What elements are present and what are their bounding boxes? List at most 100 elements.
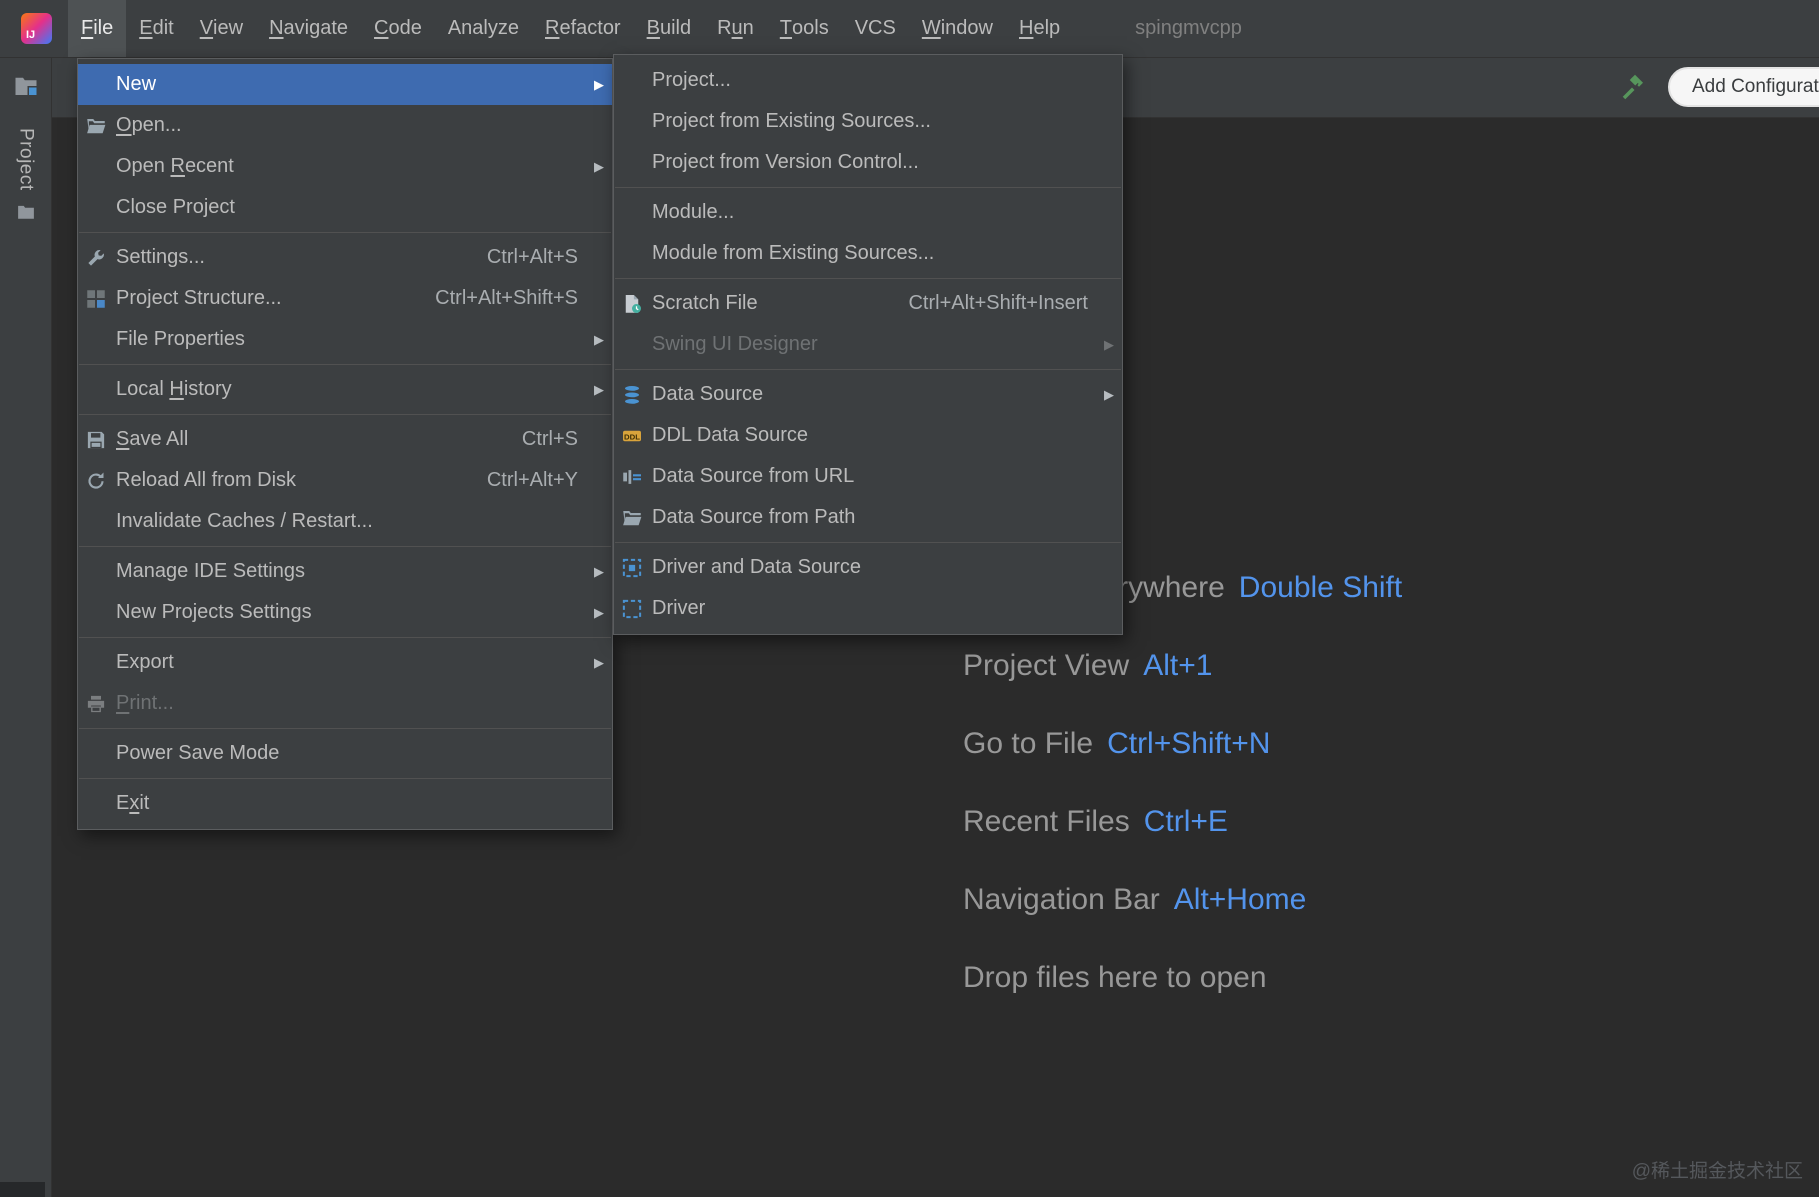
svg-text:DDL: DDL bbox=[624, 432, 640, 441]
menu-item-open-recent[interactable]: Open Recent ▶ bbox=[78, 146, 612, 187]
folder-open-icon bbox=[86, 115, 112, 137]
menu-item-settings[interactable]: Settings... Ctrl+Alt+S bbox=[78, 237, 612, 278]
menu-item-label: Invalidate Caches / Restart... bbox=[116, 510, 373, 532]
menu-help[interactable]: Help bbox=[1006, 0, 1073, 57]
menu-separator bbox=[615, 369, 1121, 370]
menu-item-label: Power Save Mode bbox=[116, 742, 280, 764]
build-hammer-icon[interactable] bbox=[1616, 72, 1646, 102]
menu-item-scratch-file[interactable]: Scratch File Ctrl+Alt+Shift+Insert bbox=[614, 283, 1122, 324]
menu-item-label: DDL Data Source bbox=[652, 424, 808, 446]
intellij-logo-text: IJ bbox=[26, 29, 36, 41]
menu-separator bbox=[615, 187, 1121, 188]
new-submenu-popup: Project... Project from Existing Sources.… bbox=[613, 54, 1123, 635]
menu-item-label: Export bbox=[116, 651, 174, 673]
menu-item-module[interactable]: Module... bbox=[614, 192, 1122, 233]
menu-item-label: Project from Version Control... bbox=[652, 151, 919, 173]
left-tool-stripe: Project bbox=[0, 58, 52, 1197]
menu-item-data-source-from-path[interactable]: Data Source from Path bbox=[614, 497, 1122, 538]
menu-window[interactable]: Window bbox=[909, 0, 1006, 57]
menu-item-shortcut: Ctrl+Alt+Y bbox=[486, 469, 578, 491]
menu-item-reload-all-from-disk[interactable]: Reload All from Disk Ctrl+Alt+Y bbox=[78, 460, 612, 501]
menu-item-project-from-version-control[interactable]: Project from Version Control... bbox=[614, 142, 1122, 183]
menu-analyze[interactable]: Analyze bbox=[435, 0, 532, 57]
watermark: @稀土掘金技术社区 bbox=[1631, 1161, 1803, 1182]
menu-item-label: Open Recent bbox=[116, 155, 234, 177]
folder-open-icon bbox=[622, 507, 648, 529]
shortcut-hints: Search EverywhereDouble ShiftProject Vie… bbox=[963, 566, 1402, 1034]
menu-item-icon-spacer bbox=[622, 334, 648, 356]
menu-file[interactable]: File bbox=[68, 0, 127, 57]
shortcut-hint-label: Drop files here to open bbox=[963, 961, 1267, 994]
menu-build[interactable]: Build bbox=[634, 0, 704, 57]
menu-item-new[interactable]: New ▶ bbox=[78, 64, 612, 105]
menu-code[interactable]: Code bbox=[361, 0, 435, 57]
menu-item-label: Close Project bbox=[116, 196, 235, 218]
printer-icon bbox=[86, 693, 112, 715]
menu-item-project[interactable]: Project... bbox=[614, 60, 1122, 101]
menu-item-local-history[interactable]: Local History ▶ bbox=[78, 369, 612, 410]
project-structure-icon bbox=[86, 288, 112, 310]
menu-item-label: Driver bbox=[652, 597, 706, 619]
menu-item-icon-spacer bbox=[86, 379, 112, 401]
shortcut-hint: Go to File Ctrl+Shift+N bbox=[963, 722, 1402, 766]
menu-item-exit[interactable]: Exit bbox=[78, 783, 612, 824]
menu-item-driver[interactable]: Driver bbox=[614, 588, 1122, 629]
save-icon bbox=[86, 429, 112, 451]
shortcut-hint: Project View Alt+1 bbox=[963, 644, 1402, 688]
driver-datasource-icon bbox=[622, 557, 648, 579]
menu-refactor[interactable]: Refactor bbox=[532, 0, 634, 57]
menu-item-icon-spacer bbox=[622, 243, 648, 265]
add-configuration-button[interactable]: Add Configuration... bbox=[1668, 67, 1819, 107]
shortcut-hint-label: Go to File bbox=[963, 727, 1094, 760]
menu-item-module-from-existing-sources[interactable]: Module from Existing Sources... bbox=[614, 233, 1122, 274]
menu-item-close-project[interactable]: Close Project bbox=[78, 187, 612, 228]
menu-vcs[interactable]: VCS bbox=[842, 0, 909, 57]
menu-item-label: New bbox=[116, 73, 157, 95]
menu-item-invalidate-caches-restart[interactable]: Invalidate Caches / Restart... bbox=[78, 501, 612, 542]
menu-item-manage-ide-settings[interactable]: Manage IDE Settings ▶ bbox=[78, 551, 612, 592]
menu-item-label: Print... bbox=[116, 692, 174, 714]
menu-item-new-projects-settings[interactable]: New Projects Settings ▶ bbox=[78, 592, 612, 633]
menu-item-label: Swing UI Designer bbox=[652, 333, 818, 355]
menu-item-export[interactable]: Export ▶ bbox=[78, 642, 612, 683]
menu-tools[interactable]: Tools bbox=[767, 0, 842, 57]
shortcut-hint-key: Alt+Home bbox=[1173, 883, 1307, 916]
menu-item-shortcut: Ctrl+Alt+Shift+Insert bbox=[908, 292, 1088, 314]
menu-item-label: Driver and Data Source bbox=[652, 556, 861, 578]
menu-item-ddl-data-source[interactable]: DDL DDL Data Source bbox=[614, 415, 1122, 456]
submenu-arrow-icon: ▶ bbox=[594, 331, 604, 347]
project-tool-window-button[interactable]: Project bbox=[15, 128, 37, 191]
shortcut-hint: Recent Files Ctrl+E bbox=[963, 800, 1402, 844]
project-folder-icon[interactable] bbox=[14, 74, 38, 98]
menu-item-label: Exit bbox=[116, 792, 150, 814]
menu-item-label: Data Source bbox=[652, 383, 764, 405]
menu-item-icon-spacer bbox=[622, 152, 648, 174]
menu-item-open[interactable]: Open... bbox=[78, 105, 612, 146]
datasource-url-icon bbox=[622, 466, 648, 488]
menu-item-data-source[interactable]: Data Source ▶ bbox=[614, 374, 1122, 415]
menu-item-save-all[interactable]: Save All Ctrl+S bbox=[78, 419, 612, 460]
menu-item-icon-spacer bbox=[86, 511, 112, 533]
menu-edit[interactable]: Edit bbox=[126, 0, 186, 57]
submenu-arrow-icon: ▶ bbox=[1104, 336, 1114, 352]
menu-item-project-structure[interactable]: Project Structure... Ctrl+Alt+Shift+S bbox=[78, 278, 612, 319]
shortcut-hint: Drop files here to open bbox=[963, 956, 1402, 1000]
menu-separator bbox=[615, 278, 1121, 279]
menu-item-label: File Properties bbox=[116, 328, 245, 350]
menu-item-icon-spacer bbox=[86, 561, 112, 583]
menu-item-icon-spacer bbox=[86, 74, 112, 96]
menu-item-file-properties[interactable]: File Properties ▶ bbox=[78, 319, 612, 360]
menu-item-label: Data Source from URL bbox=[652, 465, 855, 487]
shortcut-hint: Navigation Bar Alt+Home bbox=[963, 878, 1402, 922]
menu-item-driver-and-data-source[interactable]: Driver and Data Source bbox=[614, 547, 1122, 588]
menu-item-project-from-existing-sources[interactable]: Project from Existing Sources... bbox=[614, 101, 1122, 142]
menu-item-shortcut: Ctrl+S bbox=[521, 428, 578, 450]
menu-item-data-source-from-url[interactable]: Data Source from URL bbox=[614, 456, 1122, 497]
menu-view[interactable]: View bbox=[187, 0, 256, 57]
menu-item-shortcut: Ctrl+Alt+S bbox=[486, 246, 578, 268]
menu-navigate[interactable]: Navigate bbox=[256, 0, 361, 57]
menu-item-label: Project from Existing Sources... bbox=[652, 110, 931, 132]
menu-item-power-save-mode[interactable]: Power Save Mode bbox=[78, 733, 612, 774]
menu-run[interactable]: Run bbox=[704, 0, 767, 57]
menu-bar: IJ File Edit View Navigate Code Analyze Refact… bbox=[0, 0, 1819, 58]
